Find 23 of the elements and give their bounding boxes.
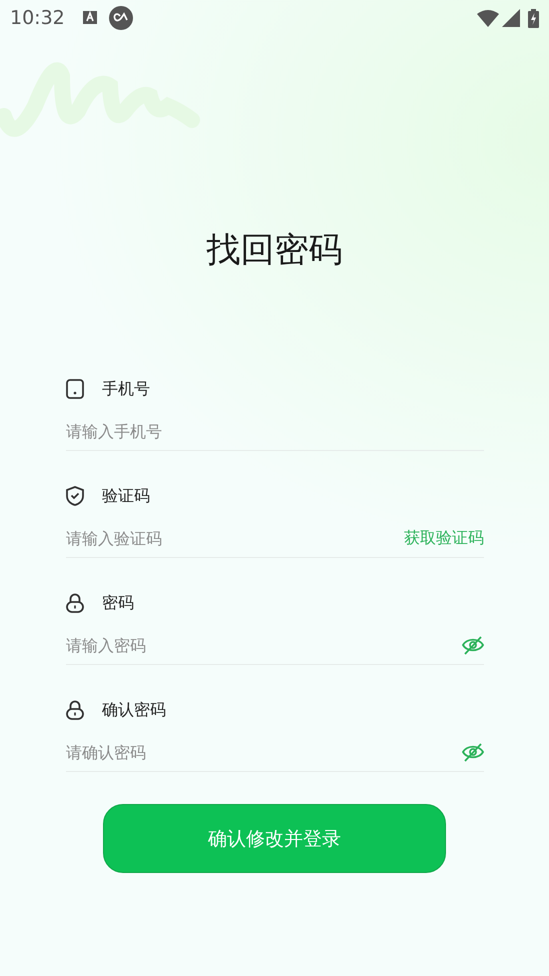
eye-slash-icon[interactable] [462,742,484,762]
field-label: 密码 [102,592,134,614]
field-label: 验证码 [102,486,150,506]
get-code-link[interactable]: 获取验证码 [404,528,484,548]
page-title: 找回密码 [206,229,344,272]
input-field[interactable]: 请输入手机号 [66,422,484,440]
input-field[interactable]: 请确认密码 [66,742,462,762]
infinity-circle-icon [108,6,133,30]
field-label: 确认密码 [102,700,166,720]
field-label: 手机号 [102,378,150,400]
keyboard-letter-icon [82,10,97,26]
status-time: 10:32 [10,7,65,29]
battery-charging-icon [528,8,539,28]
wifi-icon [477,9,499,27]
phone-icon [66,379,84,399]
input-field[interactable]: 请输入密码 [66,636,462,654]
shield-check-icon [66,486,84,506]
lock-icon [66,700,84,720]
signal-icon [502,9,520,27]
input-field[interactable]: 请输入验证码 [66,528,404,548]
eye-slash-icon[interactable] [462,635,484,655]
submit-button[interactable]: 确认修改并登录 [103,804,446,873]
lock-icon [66,593,84,613]
